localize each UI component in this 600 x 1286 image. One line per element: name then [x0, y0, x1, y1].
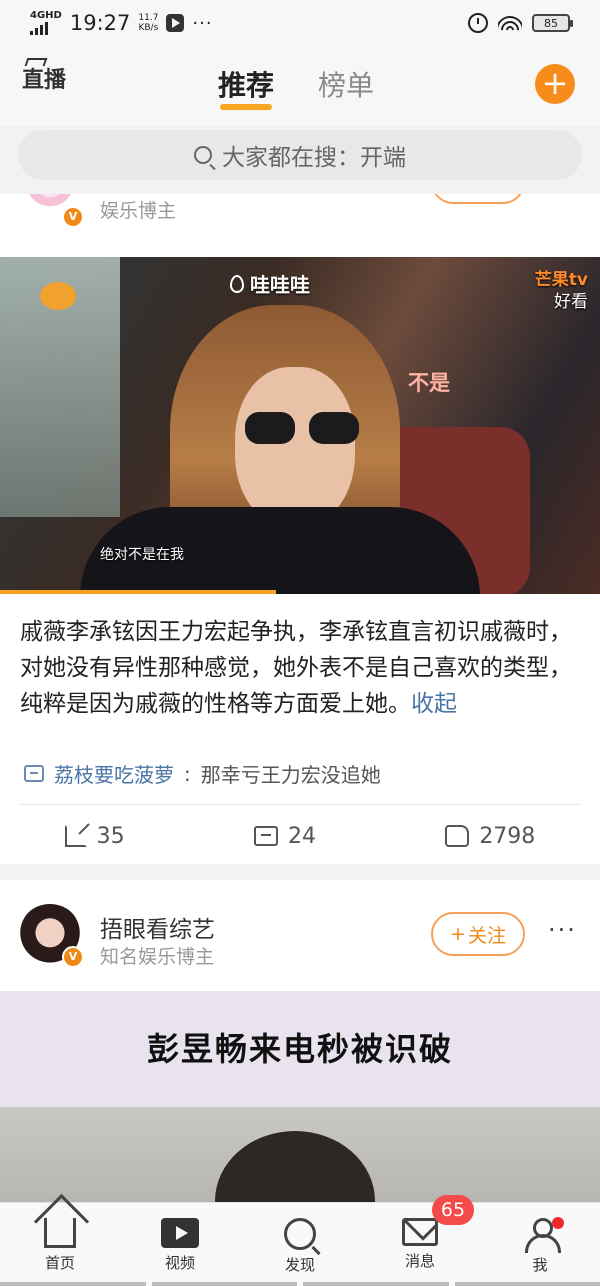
like-count: 2798 [479, 823, 536, 849]
nav-video[interactable]: 视频 [120, 1203, 240, 1286]
mango-tv-subtext: 好看 [554, 292, 588, 312]
network-speed: 11.7 KB/s [138, 13, 158, 33]
comment-icon [24, 765, 44, 782]
video-sunglasses [245, 412, 365, 444]
thumbs-up-icon [445, 825, 470, 847]
nav-messages-label: 消息 [404, 1252, 435, 1270]
message-count-badge: 65 [432, 1195, 474, 1225]
hunan-tv-logo-icon [40, 282, 76, 310]
video-person-face [235, 367, 355, 527]
signal-icon [30, 21, 62, 35]
add-post-button[interactable]: + [535, 64, 575, 104]
verified-badge-icon: V [62, 946, 84, 968]
speed-value: 11.7 [138, 13, 159, 23]
nav-me[interactable]: 我 [480, 1203, 600, 1286]
divider [20, 804, 580, 805]
username[interactable]: 捂眼看综艺 [100, 910, 215, 944]
more-notifications-icon: ··· [192, 12, 213, 34]
home-icon [44, 1218, 76, 1248]
status-left: 4GHD 19:27 11.7 KB/s ··· [30, 11, 213, 35]
user-icon [525, 1218, 561, 1253]
comment-user[interactable]: 荔枝要吃菠萝 [54, 759, 174, 788]
tab-rank[interactable]: 榜单 [318, 64, 374, 104]
follow-label: 关注 [467, 924, 506, 947]
post-header: V 捂眼看综艺 知名娱乐博主 + 关注 ··· [0, 904, 600, 974]
top-navigation: 直播 推荐 榜单 + [0, 46, 600, 126]
network-indicator: 4GHD [30, 11, 62, 35]
comment-colon: : [184, 761, 191, 786]
mango-tv-logo: 芒果tv 好看 [535, 269, 588, 313]
bottom-navigation: 首页 视频 发现 消息 我 65 [0, 1195, 600, 1286]
more-options-icon[interactable]: ··· [548, 916, 577, 944]
post-actions: 35 24 2798 [0, 816, 600, 856]
video-flying-caption: 不是 [408, 371, 450, 395]
post-image[interactable] [0, 1107, 600, 1210]
comment-count: 24 [287, 823, 316, 849]
share-icon [64, 825, 87, 847]
verified-badge-icon: V [62, 206, 84, 228]
like-button[interactable]: 2798 [445, 824, 535, 849]
notification-dot [552, 1217, 564, 1229]
hot-label-text: 哇哇哇 [250, 273, 310, 297]
plus-icon: + [450, 923, 466, 945]
video-subtitle: 绝对不是在我 [100, 547, 184, 563]
nav-discover-label: 发现 [284, 1256, 315, 1274]
post-body: 戚薇李承铉因王力宏起争执，李承铉直言初识戚薇时，对她没有异性那种感觉，她外表不是… [20, 619, 572, 717]
discover-search-icon [284, 1218, 316, 1250]
clock: 19:27 [69, 11, 131, 35]
alarm-icon [468, 13, 488, 33]
share-count: 35 [96, 823, 125, 849]
wifi-icon [498, 14, 522, 32]
nav-me-label: 我 [532, 1256, 548, 1274]
nav-home[interactable]: 首页 [0, 1203, 120, 1286]
follow-label: 关注 [468, 194, 506, 196]
speed-unit: KB/s [138, 23, 159, 33]
user-description: 娱乐博主 [100, 200, 177, 222]
feed-post: V 捂眼看综艺 知名娱乐博主 + 关注 ··· 彭昱畅来电秒被识破 [0, 880, 600, 1210]
media-play-icon [166, 14, 185, 32]
post-header: V 娱乐博主 + 关注 ··· [0, 194, 600, 230]
video-icon [161, 1218, 199, 1248]
network-type: 4GHD [30, 10, 62, 21]
comment-button[interactable]: 24 [253, 823, 316, 849]
post-banner-title[interactable]: 彭昱畅来电秒被识破 [0, 991, 600, 1107]
live-tv-icon[interactable]: 直播 [22, 62, 66, 94]
mail-icon [402, 1218, 438, 1246]
hot-label: 哇哇哇 [230, 269, 310, 298]
share-button[interactable]: 35 [64, 823, 125, 849]
post-text: 戚薇李承铉因王力宏起争执，李承铉直言初识戚薇时，对她没有异性那种感觉，她外表不是… [20, 614, 580, 722]
search-icon [194, 146, 212, 164]
search-hot-text: 大家都在搜：开端 [222, 145, 406, 171]
follow-button[interactable]: + 关注 [431, 912, 525, 956]
hot-comment[interactable]: 荔枝要吃菠萝 : 那幸亏王力宏没追她 [24, 759, 381, 788]
battery-icon: 85 [532, 14, 573, 32]
video-progress-bar[interactable] [0, 590, 276, 594]
tab-recommend[interactable]: 推荐 [218, 64, 274, 110]
system-gesture-bar [0, 1282, 600, 1286]
flame-icon [230, 274, 244, 293]
nav-home-label: 首页 [44, 1254, 75, 1272]
mango-tv-text: 芒果tv [534, 270, 588, 290]
status-bar: 4GHD 19:27 11.7 KB/s ··· 85 [0, 0, 600, 46]
user-description: 知名娱乐博主 [100, 946, 215, 968]
nav-discover[interactable]: 发现 [240, 1203, 360, 1286]
nav-video-label: 视频 [164, 1254, 195, 1272]
comment-text: 那幸亏王力宏没追她 [200, 763, 381, 787]
video-player[interactable]: 哇哇哇 芒果tv 好看 不是 绝对不是在我 [0, 257, 600, 594]
feed-post: V 娱乐博主 + 关注 ··· 哇哇哇 芒果tv 好看 不是 绝对不是在我 戚薇… [0, 194, 600, 864]
status-right: 85 [468, 13, 573, 33]
follow-button[interactable]: + 关注 [431, 194, 525, 204]
search-bar[interactable]: 大家都在搜：开端 [18, 130, 582, 180]
collapse-link[interactable]: 收起 [411, 691, 457, 717]
comment-bubble-icon [253, 826, 278, 846]
